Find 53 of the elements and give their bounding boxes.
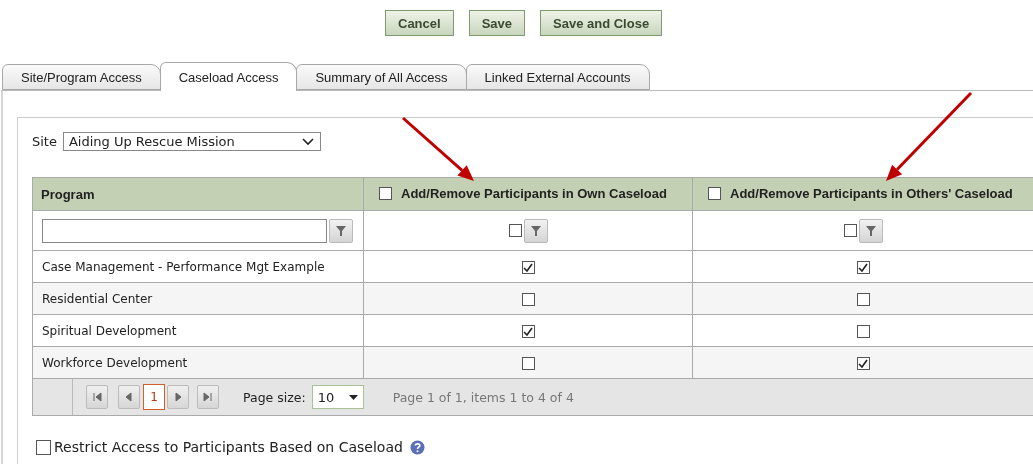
triangle-icon [172, 391, 184, 403]
checkbox[interactable] [521, 324, 535, 338]
checkbox[interactable] [708, 186, 721, 200]
filter-icon [529, 224, 542, 237]
program-name: Workforce Development [42, 355, 188, 370]
last-page-button[interactable] [197, 385, 219, 409]
help-icon[interactable] [409, 439, 425, 455]
checkbox[interactable] [521, 292, 535, 306]
action-button[interactable]: Cancel [385, 10, 454, 36]
tab[interactable]: Site/Program Access [2, 64, 161, 90]
filter-field[interactable] [42, 218, 327, 243]
skip-icon [91, 391, 103, 403]
checkbox[interactable] [856, 260, 870, 274]
column-header: Add/Remove Participants in Others' Caseload [730, 185, 1013, 201]
tab[interactable]: Summary of All Access [296, 64, 467, 90]
tab[interactable]: Caseload Access [159, 62, 298, 91]
program-name: Spiritual Development [42, 323, 177, 338]
caret-icon [348, 394, 358, 400]
site-select[interactable]: Aiding Up Rescue Mission [62, 132, 321, 151]
action-button[interactable]: Save [468, 10, 525, 36]
page-number[interactable]: 1 [143, 384, 165, 410]
column-header: Program [41, 186, 95, 202]
filter-button[interactable] [858, 218, 883, 243]
page-size-label: Page size: [243, 389, 306, 405]
filter-button[interactable] [329, 218, 353, 243]
checkbox[interactable] [856, 356, 870, 370]
site-label: Site [32, 134, 57, 149]
checkbox[interactable] [843, 224, 857, 237]
chevron-icon [301, 137, 314, 146]
page-summary: Page 1 of 1, items 1 to 4 of 4 [392, 389, 574, 405]
filter-icon [864, 224, 877, 237]
page-size-select[interactable]: 10 [311, 385, 364, 409]
previous-page-button[interactable] [118, 385, 140, 409]
tab[interactable]: Linked External Accounts [465, 64, 650, 90]
program-name: Residential Center [42, 291, 153, 306]
checkbox[interactable] [521, 356, 535, 370]
filter-icon [335, 224, 347, 237]
next-page-button[interactable] [167, 385, 189, 409]
filter-button[interactable] [523, 218, 548, 243]
checkbox[interactable] [856, 292, 870, 306]
first-page-button[interactable] [86, 385, 108, 409]
checkbox[interactable] [36, 439, 51, 455]
skip-icon [202, 391, 214, 403]
arrow [402, 116, 474, 181]
program-name: Case Management - Performance Mgt Example [42, 259, 325, 274]
action-button[interactable]: Save and Close [540, 10, 663, 36]
checkbox[interactable] [856, 324, 870, 338]
restrict-label: Restrict Access to Participants Based on Caseload [54, 439, 403, 455]
checkbox[interactable] [508, 224, 522, 237]
checkbox[interactable] [379, 186, 392, 200]
column-header: Add/Remove Participants in Own Caseload [401, 185, 667, 201]
triangle-icon [123, 391, 135, 403]
checkbox[interactable] [521, 260, 535, 274]
